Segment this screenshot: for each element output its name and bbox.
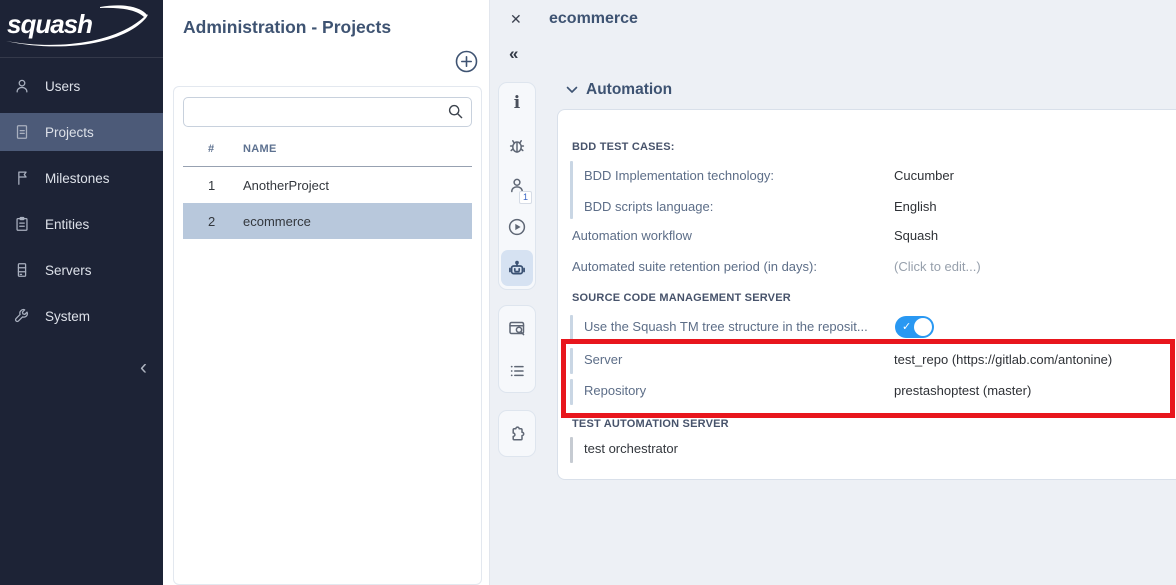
workflow-value[interactable]: Squash <box>894 226 938 246</box>
chevron-down-icon <box>566 86 578 94</box>
flag-icon <box>13 169 31 187</box>
repository-label: Repository <box>584 381 646 401</box>
bug-icon[interactable] <box>501 127 533 163</box>
detail-toolbar-plugins <box>498 410 536 457</box>
bdd-section-header: BDD TEST CASES: <box>572 139 675 155</box>
clipboard-icon <box>13 215 31 233</box>
sidebar-item-label: Servers <box>45 263 92 278</box>
detail-title: ecommerce <box>549 10 638 28</box>
row-name: AnotherProject <box>243 178 329 193</box>
sidebar-item-label: System <box>45 309 90 324</box>
automation-section-title: Automation <box>586 81 672 99</box>
row-number: 1 <box>208 178 243 193</box>
column-header-number[interactable]: # <box>208 143 243 155</box>
collapse-panel-icon[interactable]: « <box>509 44 518 64</box>
report-icon[interactable] <box>501 310 533 346</box>
info-icon[interactable]: i <box>501 86 533 122</box>
sidebar-item-label: Milestones <box>45 171 110 186</box>
indent-bar <box>570 348 573 374</box>
plugin-icon[interactable] <box>501 416 533 452</box>
server-value[interactable]: test_repo (https://gitlab.com/antonine) <box>894 350 1112 370</box>
app-root: squash Users Projects Milestones <box>0 0 1176 585</box>
indent-bar <box>570 161 573 219</box>
page-title: Administration - Projects <box>183 17 391 38</box>
check-icon: ✓ <box>902 320 911 334</box>
search-input[interactable] <box>183 97 472 127</box>
sidebar: squash Users Projects Milestones <box>0 0 163 585</box>
tree-structure-label: Use the Squash TM tree structure in the … <box>584 317 868 337</box>
table-header: # NAME <box>183 139 472 167</box>
user-count-badge: 1 <box>519 191 532 204</box>
detail-toolbar-secondary <box>498 305 536 393</box>
toggle-knob <box>914 318 932 336</box>
retention-value[interactable]: (Click to edit...) <box>894 257 981 277</box>
projects-table-card: # NAME 1 AnotherProject 2 ecommerce <box>173 86 482 585</box>
logo-text: squash <box>7 9 92 40</box>
robot-icon[interactable] <box>501 250 533 286</box>
bdd-impl-value[interactable]: Cucumber <box>894 166 954 186</box>
projects-panel: Administration - Projects # NAME 1 <box>163 0 490 585</box>
scm-section-header: SOURCE CODE MANAGEMENT SERVER <box>572 290 791 306</box>
indent-bar <box>570 379 573 405</box>
server-icon <box>13 261 31 279</box>
close-icon[interactable]: ✕ <box>510 11 522 28</box>
sidebar-item-label: Users <box>45 79 80 94</box>
indent-bar <box>570 315 573 341</box>
sidebar-collapse-chevron[interactable]: ‹ <box>140 357 147 378</box>
sidebar-item-milestones[interactable]: Milestones <box>0 159 163 197</box>
sidebar-item-label: Entities <box>45 217 89 232</box>
squash-logo[interactable]: squash <box>0 0 163 58</box>
play-icon[interactable] <box>501 209 533 245</box>
wrench-icon <box>13 307 31 325</box>
bdd-lang-label: BDD scripts language: <box>584 197 713 217</box>
repository-value[interactable]: prestashoptest (master) <box>894 381 1031 401</box>
document-icon <box>13 123 31 141</box>
bdd-impl-label: BDD Implementation technology: <box>584 166 774 186</box>
server-label: Server <box>584 350 622 370</box>
tree-structure-toggle[interactable]: ✓ <box>895 316 934 338</box>
sidebar-item-users[interactable]: Users <box>0 67 163 105</box>
sidebar-item-projects[interactable]: Projects <box>0 113 163 151</box>
projects-table: # NAME 1 AnotherProject 2 ecommerce <box>183 139 472 239</box>
row-name: ecommerce <box>243 214 311 229</box>
sidebar-nav: Users Projects Milestones Entities <box>0 67 163 335</box>
add-project-button[interactable] <box>455 50 478 73</box>
retention-label: Automated suite retention period (in day… <box>572 257 817 277</box>
bdd-lang-value[interactable]: English <box>894 197 937 217</box>
indent-bar <box>570 437 573 463</box>
plus-circle-icon <box>455 50 478 73</box>
sidebar-item-system[interactable]: System <box>0 297 163 335</box>
user-count-icon[interactable]: 1 <box>501 168 533 204</box>
workflow-label: Automation workflow <box>572 226 692 246</box>
sidebar-item-servers[interactable]: Servers <box>0 251 163 289</box>
list-icon[interactable] <box>501 353 533 389</box>
project-detail-panel: ✕ ecommerce « i 1 <box>490 0 1176 585</box>
table-row[interactable]: 1 AnotherProject <box>183 167 472 203</box>
automation-card: BDD TEST CASES: BDD Implementation techn… <box>557 109 1176 480</box>
table-row[interactable]: 2 ecommerce <box>183 203 472 239</box>
test-automation-server-value: test orchestrator <box>584 439 678 459</box>
automation-section-header[interactable]: Automation <box>566 81 672 99</box>
user-icon <box>13 77 31 95</box>
column-header-name[interactable]: NAME <box>243 143 277 155</box>
search-icon <box>447 103 464 125</box>
row-number: 2 <box>208 214 243 229</box>
sidebar-item-entities[interactable]: Entities <box>0 205 163 243</box>
tas-section-header: TEST AUTOMATION SERVER <box>572 416 729 432</box>
detail-toolbar-main: i 1 <box>498 82 536 290</box>
sidebar-item-label: Projects <box>45 125 94 140</box>
